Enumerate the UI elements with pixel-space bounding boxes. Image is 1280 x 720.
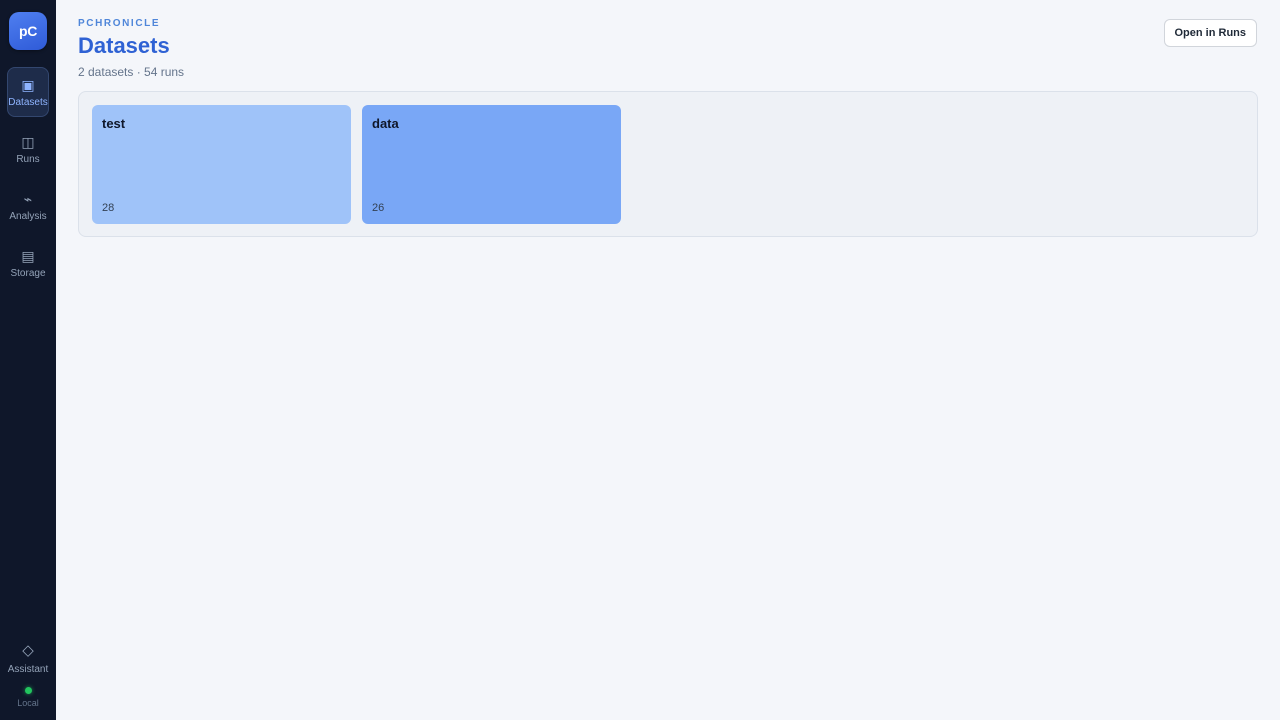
page-subtitle: 2 datasets · 54 runs	[78, 65, 185, 79]
app-name: PCHRONICLE	[78, 18, 161, 29]
datasets-icon: ▣	[21, 77, 35, 93]
open-in-runs-button[interactable]: Open in Runs	[1163, 19, 1257, 47]
page-title: Datasets	[78, 33, 170, 58]
main-content: PCHRONICLE Datasets 2 datasets · 54 runs…	[56, 0, 1280, 720]
sidebar-item-datasets[interactable]: ▣ Datasets	[7, 67, 49, 117]
sidebar-item-label: Datasets	[8, 97, 48, 108]
sidebar-item-analysis[interactable]: ⌁ Analysis	[7, 181, 49, 231]
dataset-run-count: 28	[102, 202, 115, 214]
dataset-name: data	[372, 116, 399, 131]
sidebar-item-storage[interactable]: ▤ Storage	[7, 238, 49, 288]
datasets-panel: test 28 data 26	[78, 91, 1258, 237]
sidebar-item-label: Storage	[10, 268, 46, 279]
dataset-card-data[interactable]: data 26	[362, 105, 621, 224]
dataset-run-count: 26	[372, 202, 385, 214]
sidebar-item-runs[interactable]: ◫ Runs	[7, 124, 49, 174]
status-label: Local	[17, 698, 39, 708]
assistant-button[interactable]: ◇ Assistant	[7, 642, 49, 676]
assistant-label: Assistant	[7, 664, 49, 675]
sidebar-nav: ▣ Datasets ◫ Runs ⌁ Analysis ▤ Storage	[7, 67, 49, 288]
sidebar-item-label: Runs	[16, 154, 40, 165]
runs-icon: ◫	[21, 134, 35, 150]
sidebar: pC ▣ Datasets ◫ Runs ⌁ Analysis ▤ Storag…	[0, 0, 56, 720]
app-window: pC ▣ Datasets ◫ Runs ⌁ Analysis ▤ Storag…	[0, 0, 1280, 720]
dataset-card-test[interactable]: test 28	[92, 105, 351, 224]
dataset-name: test	[102, 116, 126, 131]
analysis-icon: ⌁	[23, 191, 33, 207]
storage-icon: ▤	[21, 248, 35, 264]
sidebar-footer: ◇ Assistant Local	[0, 642, 56, 709]
assistant-icon: ◇	[22, 642, 34, 659]
sidebar-item-label: Analysis	[9, 211, 47, 222]
app-logo[interactable]: pC	[9, 12, 47, 50]
status-indicator	[24, 687, 32, 694]
